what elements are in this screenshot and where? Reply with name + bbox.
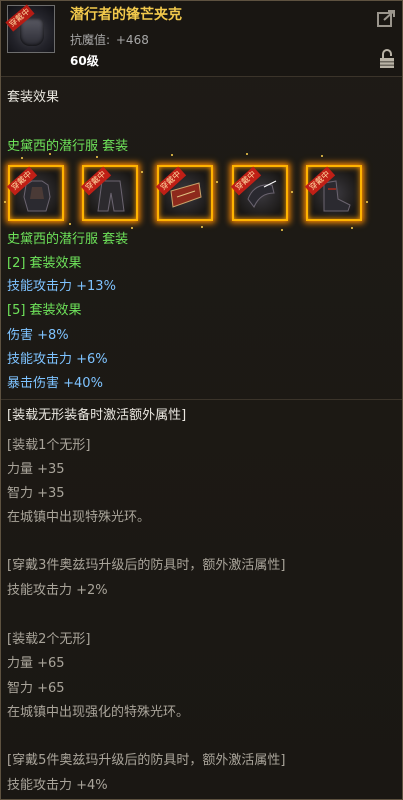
set-name-secondary: 史黛西的潜行服 套装 (7, 232, 129, 247)
invisible-block1-title: [装载1个无形] (7, 438, 91, 453)
item-level: 60级 (70, 54, 99, 68)
invisible-block3-line: 力量 +65 (7, 656, 65, 671)
set-bonus-2-stat: 技能攻击力 +13% (7, 279, 116, 294)
invisible-block2-line: 技能攻击力 +2% (7, 583, 108, 598)
lock-icon[interactable] (379, 49, 395, 69)
set-bonus-5-stat: 伤害 +8% (7, 328, 69, 343)
set-bonus-5-label: [5] 套装效果 (7, 303, 82, 318)
invisible-block1-line: 在城镇中出现特殊光环。 (7, 510, 151, 525)
set-bonus-5-stat: 技能攻击力 +6% (7, 352, 108, 367)
set-slot-armor[interactable]: 穿戴中 (6, 165, 64, 221)
magic-resist-stat: 抗魔值: +468 (70, 32, 149, 48)
invisible-block3-line: 智力 +65 (7, 681, 65, 696)
set-name: 史黛西的潜行服 套装 (7, 139, 129, 154)
item-tooltip: 穿戴中 潜行者的锋芒夹克 抗魔值: +468 60级 套装效果 史黛西的潜行服 … (0, 0, 403, 800)
tooltip-header: 穿戴中 潜行者的锋芒夹克 抗魔值: +468 60级 (1, 1, 402, 77)
invisible-block1-line: 智力 +35 (7, 486, 65, 501)
set-slot-shoulder[interactable]: 穿戴中 (230, 165, 288, 221)
invisible-block4-title: [穿戴5件奥兹玛升级后的防具时，额外激活属性] (7, 753, 286, 768)
item-name: 潜行者的锋芒夹克 (70, 7, 182, 23)
set-bonus-5-stat: 暴击伤害 +40% (7, 376, 103, 391)
stat-value: +468 (115, 33, 149, 47)
set-slot-boots[interactable]: 穿戴中 (304, 165, 362, 221)
set-slot-pants[interactable]: 穿戴中 (80, 165, 138, 221)
set-slot-belt[interactable]: 穿戴中 (155, 165, 213, 221)
invisible-block3-line: 在城镇中出现强化的特殊光环。 (7, 705, 190, 720)
header-divider (1, 76, 402, 77)
item-icon[interactable]: 穿戴中 (5, 4, 55, 53)
invisible-block4-line: 技能攻击力 +4% (7, 778, 108, 793)
invisible-block2-title: [穿戴3件奥兹玛升级后的防具时，额外激活属性] (7, 558, 286, 573)
set-bonus-2-label: [2] 套装效果 (7, 256, 82, 271)
section-divider (1, 399, 402, 400)
invisible-title: [装载无形装备时激活额外属性] (7, 408, 187, 423)
invisible-block3-title: [装载2个无形] (7, 632, 91, 647)
invisible-block1-line: 力量 +35 (7, 462, 65, 477)
share-icon[interactable] (377, 9, 397, 27)
stat-label: 抗魔值: (70, 33, 111, 47)
set-effect-title: 套装效果 (7, 90, 60, 105)
